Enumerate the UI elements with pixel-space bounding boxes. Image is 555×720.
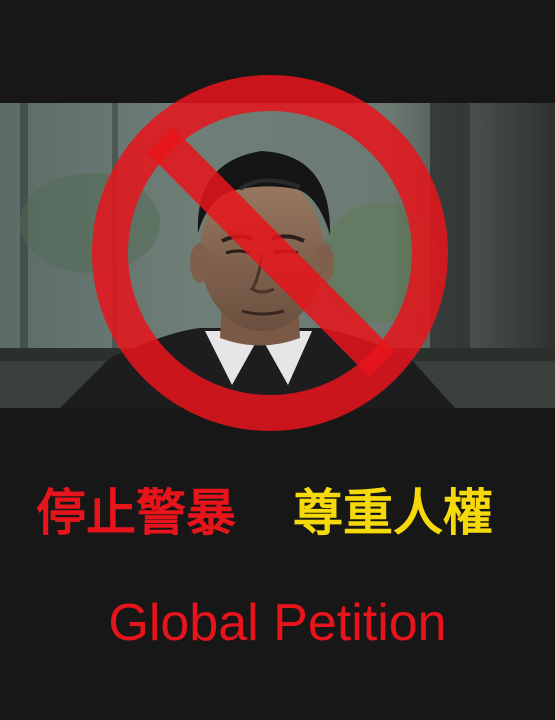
- global-petition-headline: Global Petition: [108, 594, 447, 652]
- slogan-stop-police-violence: 停止警暴: [36, 484, 236, 542]
- poster: 停止警暴 尊重人權 Global Petition: [0, 0, 555, 720]
- portrait-photo-illustration: [0, 103, 555, 408]
- slogan-row: 停止警暴 尊重人權: [0, 478, 555, 548]
- portrait-photo: [0, 103, 555, 408]
- slogan-respect-human-rights: 尊重人權: [293, 484, 493, 542]
